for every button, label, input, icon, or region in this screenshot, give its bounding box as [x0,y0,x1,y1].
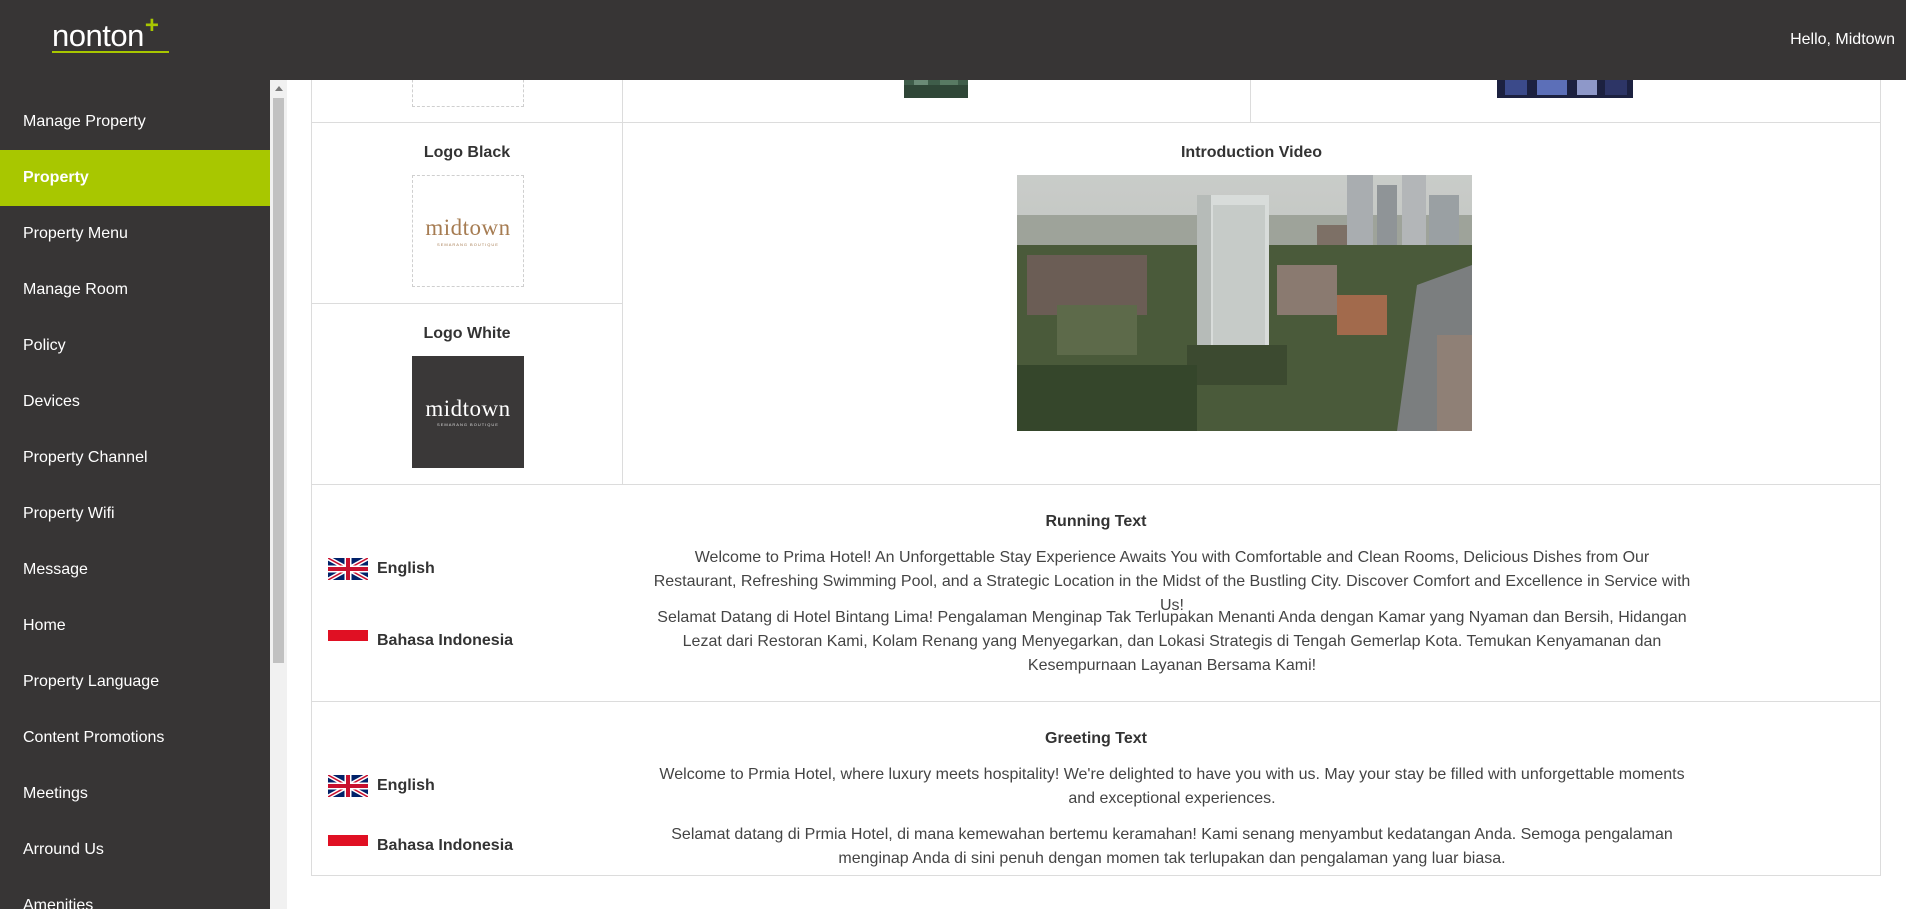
logo-white-brand-sub: SEMARANG BOUTIQUE [437,422,499,427]
running-text-indonesia: Selamat Datang di Hotel Bintang Lima! Pe… [657,609,1687,674]
media-cell-top-right [1250,80,1881,123]
sidebar-item-manage-room[interactable]: Manage Room [0,262,270,318]
logo-black-brand-sub: SEMARANG BOUTIQUE [437,242,499,247]
running-text-section: Running Text English Welcome to Prima Ho… [311,484,1881,702]
media-cell-top-middle [622,80,1251,123]
sidebar-item-meetings[interactable]: Meetings [0,766,270,822]
logo-white-preview[interactable]: midtown SEMARANG BOUTIQUE [412,356,524,468]
sidebar-item-manage-property[interactable]: Manage Property [0,94,270,150]
lang-label: Bahasa Indonesia [377,632,514,649]
logo-white-brand: midtown [425,396,511,421]
running-text-lang-indonesia: Bahasa Indonesia [328,630,513,652]
indonesia-flag-icon [328,835,368,857]
sidebar-scrollbar[interactable] [270,80,287,909]
sidebar-item-property-menu[interactable]: Property Menu [0,206,270,262]
sidebar-item-arround-us[interactable]: Arround Us [0,822,270,878]
indonesia-flag-icon [328,630,368,652]
greeting-text-indonesia: Selamat datang di Prmia Hotel, di mana k… [671,826,1673,867]
greeting-text-title: Greeting Text [1045,730,1147,747]
sidebar-item-devices[interactable]: Devices [0,374,270,430]
main-content: Logo Black midtown SEMARANG BOUTIQUE Log… [287,80,1906,909]
sidebar-item-message[interactable]: Message [0,542,270,598]
sidebar-item-amenities[interactable]: Amenities [0,878,270,909]
greeting-text-lang-indonesia: Bahasa Indonesia [328,835,513,857]
running-text-lang-english: English [328,558,435,580]
image-thumbnail-partial [904,80,968,98]
sidebar-item-property[interactable]: Property [0,150,270,206]
lang-label: Bahasa Indonesia [377,837,514,854]
scroll-up-arrow-icon[interactable] [275,86,283,91]
scrollbar-thumb[interactable] [273,98,284,663]
sidebar: Manage Property Property Property Menu M… [0,80,270,909]
logo-black-cell: Logo Black midtown SEMARANG BOUTIQUE [311,122,623,304]
lang-label: English [377,777,435,794]
app-logo[interactable]: nonton+ [52,12,159,54]
city-aerial-image [1017,175,1472,431]
logo-black-preview[interactable]: midtown SEMARANG BOUTIQUE [412,175,524,287]
sidebar-item-property-wifi[interactable]: Property Wifi [0,486,270,542]
greeting-text-section: Greeting Text English Welcome to Prmia H… [311,701,1881,876]
intro-video-preview[interactable] [1017,175,1472,431]
logo-white-title: Logo White [423,325,511,342]
logo-underline [52,51,169,53]
sidebar-item-content-promotions[interactable]: Content Promotions [0,710,270,766]
greeting-text-english: Welcome to Prmia Hotel, where luxury mee… [659,766,1685,807]
logo-white-cell: Logo White midtown SEMARANG BOUTIQUE [311,303,623,485]
sidebar-item-property-channel[interactable]: Property Channel [0,430,270,486]
uk-flag-icon [328,775,368,797]
logo-frame-partial [412,80,524,107]
running-text-title: Running Text [1045,513,1147,530]
logo-black-brand: midtown [425,215,511,240]
greeting-text-lang-english: English [328,775,435,797]
lang-label: English [377,560,435,577]
sidebar-item-policy[interactable]: Policy [0,318,270,374]
user-greeting[interactable]: Hello, Midtown [1790,31,1895,49]
media-cell-top-left [311,80,623,123]
top-bar: nonton+ Hello, Midtown [0,0,1906,80]
uk-flag-icon [328,558,368,580]
intro-video-cell: Introduction Video [622,122,1881,485]
logo-black-title: Logo Black [423,144,511,161]
sidebar-item-home[interactable]: Home [0,598,270,654]
intro-video-title: Introduction Video [1180,144,1323,161]
image-thumbnail-partial [1497,80,1633,98]
sidebar-item-property-language[interactable]: Property Language [0,654,270,710]
